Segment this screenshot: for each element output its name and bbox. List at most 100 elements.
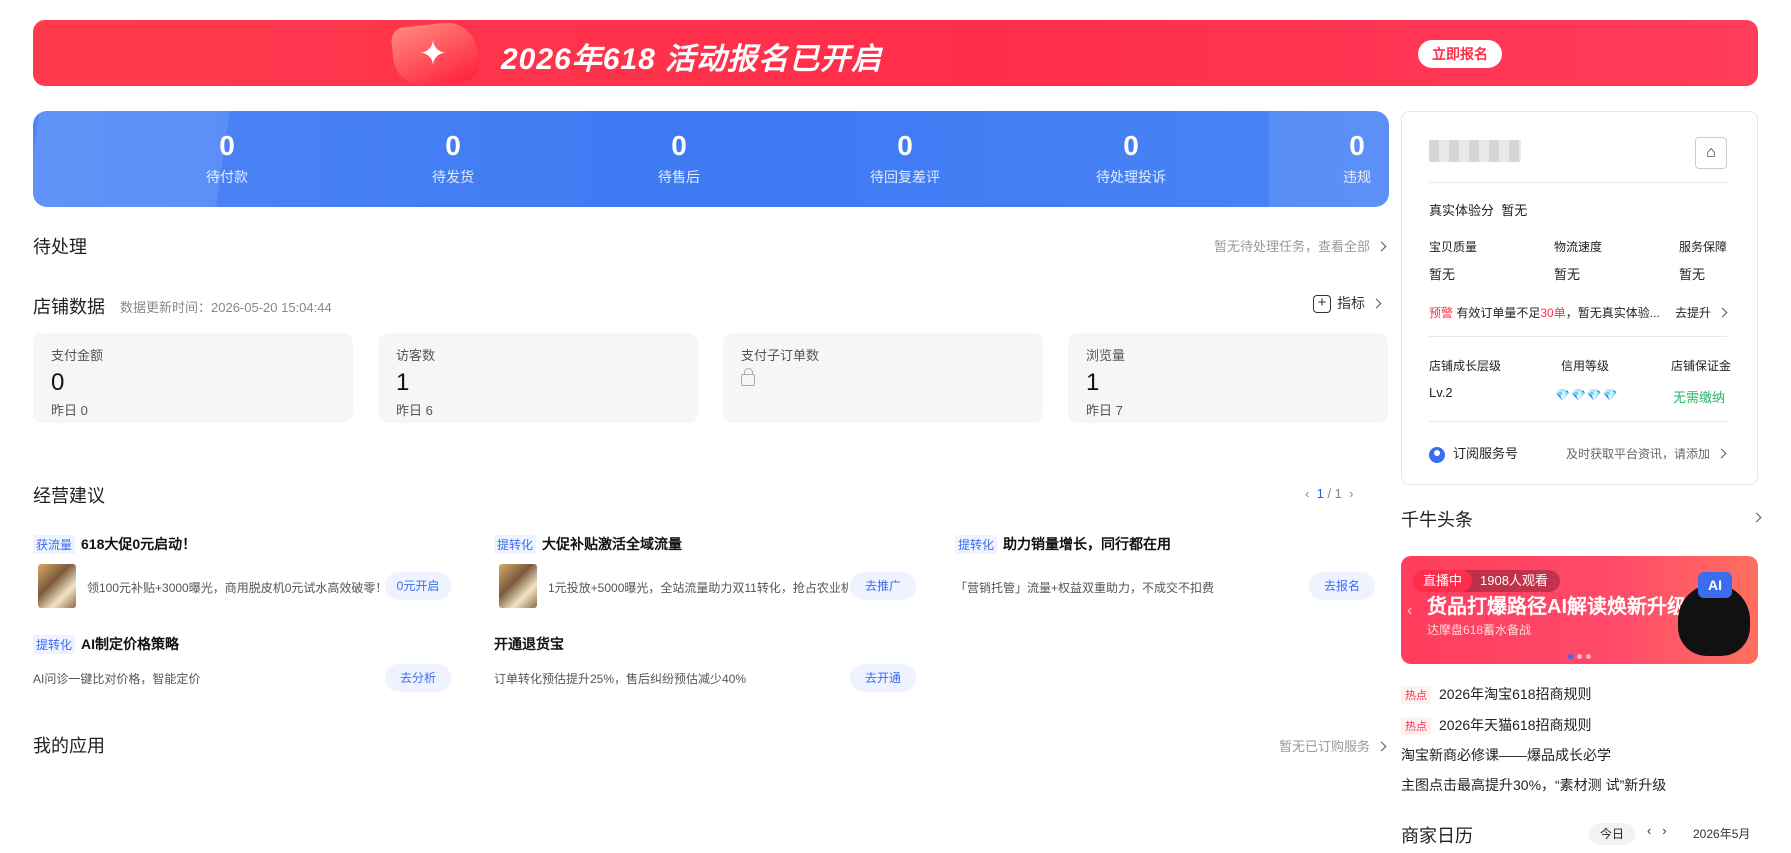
- divider: [1429, 182, 1727, 183]
- chevron-right-icon[interactable]: ›: [1662, 823, 1666, 838]
- news-text: 淘宝新商必修课——爆品成长必学: [1401, 747, 1611, 763]
- metrics-button[interactable]: + 指标: [1313, 293, 1382, 314]
- chevron-right-icon: [1717, 307, 1728, 318]
- next-page-icon[interactable]: ›: [1349, 486, 1353, 501]
- news-item[interactable]: 主图点击最高提升30%，“素材测 试”新升级: [1401, 775, 1666, 795]
- news-item[interactable]: 热点 2026年天猫618招商规则: [1401, 715, 1592, 735]
- advice-item-title: 开通退货宝: [494, 636, 564, 652]
- view-all-pending-link[interactable]: 暂无待处理任务，查看全部: [1214, 236, 1387, 255]
- subscribe-desc-link[interactable]: 及时获取平台资讯，请添加: [1566, 445, 1727, 462]
- metric-value: 1: [396, 369, 410, 396]
- advice-action-button[interactable]: 去分析: [385, 664, 451, 692]
- pager-total: / 1: [1327, 486, 1342, 501]
- advice-item-title: 提转化 AI制定价格策略: [33, 634, 473, 654]
- metric-card-sub-orders[interactable]: 支付子订单数: [723, 333, 1043, 423]
- stat-pending-bad-review[interactable]: 0 待回复差评: [805, 131, 1005, 187]
- order-stats-bar: 0 待付款 0 待发货 0 待售后 0 待回复差评 0 待处理投诉 0 违规: [33, 111, 1389, 207]
- warning-count: 30单: [1540, 306, 1566, 320]
- deposit-label: 店铺保证金: [1671, 359, 1732, 373]
- subscribe-label: 订阅服务号: [1453, 446, 1519, 461]
- warning-text-2: ，暂无真实体验...: [1565, 306, 1660, 320]
- advice-tag: 获流量: [33, 535, 76, 554]
- shop-data-title: 店铺数据: [33, 297, 105, 317]
- metric-yesterday: 昨日 7: [1086, 403, 1123, 418]
- my-apps-title: 我的应用: [33, 736, 105, 756]
- my-apps-link[interactable]: 暂无已订购服务: [1279, 736, 1387, 755]
- advice-item-title: 提转化 助力销量增长，同行都在用: [955, 534, 1395, 554]
- stat-label: 待回复差评: [870, 169, 940, 185]
- advice-tag: 提转化: [33, 635, 76, 654]
- metric-card-payment[interactable]: 支付金额 0 昨日 0: [33, 333, 353, 423]
- metric-label: 访客数: [396, 348, 436, 363]
- calendar-title: 商家日历: [1401, 826, 1473, 846]
- stat-value: 0: [445, 130, 461, 161]
- diamond-icons: 💎💎💎💎: [1555, 388, 1619, 402]
- divider: [1429, 336, 1727, 337]
- stat-violation[interactable]: 0 违规: [1257, 131, 1389, 187]
- headlines-more[interactable]: [1745, 510, 1762, 525]
- advice-action-button[interactable]: 去开通: [850, 664, 916, 692]
- chevron-left-icon[interactable]: ‹: [1407, 602, 1412, 620]
- home-icon[interactable]: ⌂: [1695, 137, 1727, 169]
- product-thumbnail: [499, 564, 537, 608]
- carousel-dots: [1566, 646, 1593, 664]
- advice-title-text: 助力销量增长，同行都在用: [1003, 536, 1172, 552]
- subscribe-service-row[interactable]: 订阅服务号: [1429, 443, 1518, 463]
- today-button[interactable]: 今日: [1589, 823, 1635, 845]
- hot-badge: 热点: [1401, 686, 1431, 704]
- advice-item: 提转化 AI制定价格策略 AI问诊一键比对价格，智能定价 去分析: [33, 634, 473, 692]
- news-item[interactable]: 热点 2026年淘宝618招商规则: [1401, 684, 1592, 704]
- metric-card-visitors[interactable]: 访客数 1 昨日 6: [378, 333, 698, 423]
- hot-badge: 热点: [1401, 717, 1431, 735]
- stat-pending-shipment[interactable]: 0 待发货: [353, 131, 553, 187]
- shop-name-blurred: [1429, 140, 1521, 162]
- score-label: 宝贝质量: [1429, 240, 1478, 254]
- deposit-value: 无需缴纳: [1673, 390, 1726, 405]
- advice-tag: 提转化: [955, 535, 998, 554]
- advice-item: 提转化 大促补贴激活全域流量 1元投放+5000曝光，全站流量助力双11转化，抢占…: [494, 534, 934, 608]
- score-label: 服务保障: [1679, 240, 1728, 254]
- stat-pending-aftersale[interactable]: 0 待售后: [579, 131, 779, 187]
- live-viewers: 1908人观看: [1480, 573, 1548, 588]
- experience-score: 真实体验分 暂无: [1429, 200, 1527, 219]
- warning-tag: 预警: [1429, 306, 1454, 320]
- advice-desc: 领100元补贴+3000曝光，商用脱皮机0元试水高效破零！: [87, 581, 388, 595]
- improve-link[interactable]: 去提升: [1675, 304, 1728, 321]
- score-value: 暂无: [1554, 267, 1581, 282]
- metrics-label: 指标: [1337, 295, 1365, 311]
- prev-page-icon[interactable]: ‹: [1305, 486, 1309, 501]
- metric-card-pageviews[interactable]: 浏览量 1 昨日 7: [1068, 333, 1388, 423]
- advice-desc: 「营销托管」流量+权益双重助力，不成交不扣费: [955, 581, 1215, 595]
- advice-title-text: AI制定价格策略: [81, 636, 180, 652]
- chevron-left-icon[interactable]: ‹: [1647, 823, 1651, 838]
- advice-action-button[interactable]: 0元开启: [385, 572, 451, 600]
- metric-label: 支付子订单数: [741, 348, 820, 363]
- advice-action-button[interactable]: 去推广: [850, 572, 916, 600]
- promo-banner[interactable]: ✦ 2026年618 活动报名已开启 立即报名: [33, 20, 1758, 86]
- news-item[interactable]: 淘宝新商必修课——爆品成长必学: [1401, 745, 1611, 765]
- metric-yesterday: 昨日 0: [51, 403, 88, 418]
- stat-label: 待处理投诉: [1096, 169, 1166, 185]
- stat-value: 0: [671, 130, 687, 161]
- stat-label: 违规: [1343, 169, 1371, 185]
- stat-label: 待售后: [658, 169, 700, 185]
- live-banner[interactable]: 直播中 1908人观看 货品打爆路径AI解读焕新升级 达摩盘618蓄水备战 ‹: [1401, 556, 1758, 664]
- stat-label: 待发货: [432, 169, 474, 185]
- advice-tag: 提转化: [494, 535, 537, 554]
- advice-action-button[interactable]: 去报名: [1309, 572, 1375, 600]
- advice-desc: AI问诊一键比对价格，智能定价: [33, 672, 201, 686]
- growth-label: 店铺成长层级: [1429, 359, 1502, 373]
- pager-current: 1: [1316, 486, 1324, 501]
- chevron-right-icon: [1376, 241, 1387, 252]
- metric-label: 支付金额: [51, 348, 104, 363]
- stat-pending-complaint[interactable]: 0 待处理投诉: [1031, 131, 1231, 187]
- calendar-nav: ‹ ›: [1647, 823, 1667, 838]
- register-now-button[interactable]: 立即报名: [1418, 40, 1502, 68]
- metric-label: 浏览量: [1086, 348, 1126, 363]
- improve-label: 去提升: [1675, 306, 1712, 320]
- stat-pending-payment[interactable]: 0 待付款: [127, 131, 327, 187]
- warning-text-1: 有效订单量不足: [1456, 306, 1541, 320]
- score-value: 暂无: [1429, 267, 1456, 282]
- metric-value: 1: [1086, 369, 1100, 396]
- warning-row: 预警 有效订单量不足30单，暂无真实体验...: [1429, 304, 1660, 321]
